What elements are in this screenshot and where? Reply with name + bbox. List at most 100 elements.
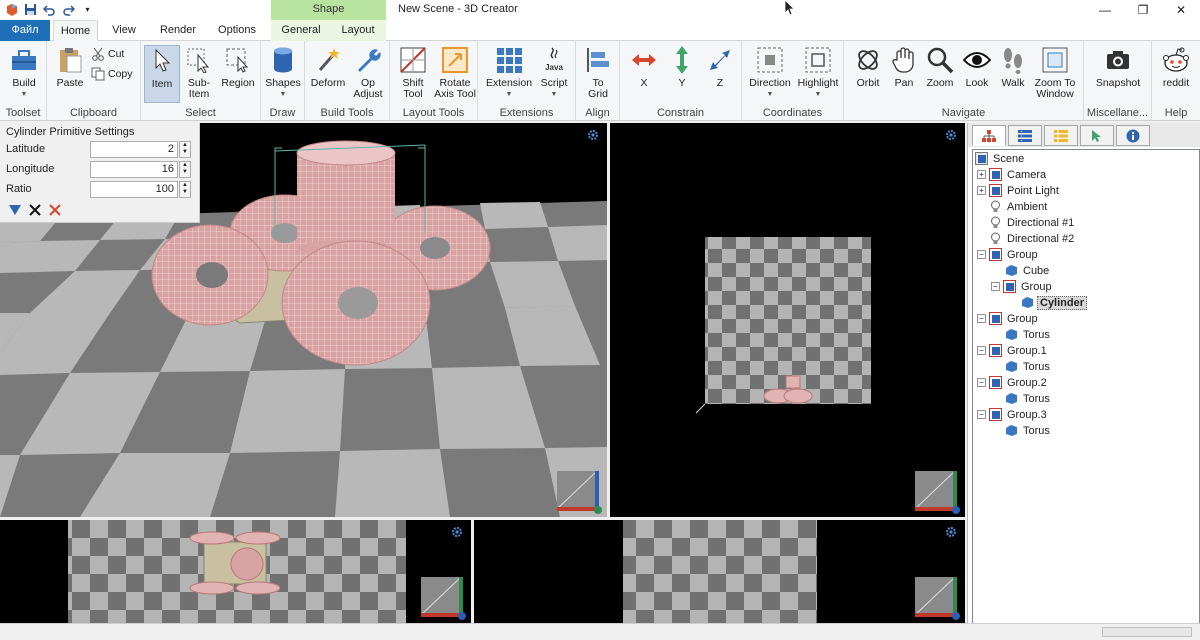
- zoom-to-window-button[interactable]: Zoom To Window: [1032, 45, 1078, 100]
- tab-general[interactable]: General: [276, 20, 326, 41]
- viewport-side[interactable]: [474, 520, 965, 623]
- tree-node-group[interactable]: − Group: [977, 247, 1040, 262]
- tree-node-scene[interactable]: Scene: [975, 151, 1026, 166]
- tab-home[interactable]: Home: [53, 20, 98, 42]
- undo-icon[interactable]: [42, 2, 57, 17]
- to-grid-button[interactable]: To Grid: [580, 45, 616, 100]
- redo-icon[interactable]: [61, 2, 76, 17]
- tree-node-group-3[interactable]: − Group.3: [977, 407, 1049, 422]
- tab-layout[interactable]: Layout: [334, 20, 382, 41]
- look-button[interactable]: Look: [960, 45, 994, 89]
- constrain-y-button[interactable]: Y: [664, 45, 700, 89]
- side-scene[interactable]: [474, 520, 965, 623]
- tree-node-torus[interactable]: Torus: [1005, 423, 1052, 438]
- longitude-input[interactable]: 16: [90, 161, 178, 178]
- tree-node-directional-2[interactable]: Directional #2: [989, 231, 1076, 246]
- copy-button[interactable]: Copy: [91, 67, 133, 81]
- collapse-toggle[interactable]: −: [977, 378, 986, 387]
- op-adjust-button[interactable]: Op Adjust: [349, 45, 387, 100]
- tree-node-torus[interactable]: Torus: [1005, 359, 1052, 374]
- direction-button[interactable]: Direction ▼: [746, 45, 794, 100]
- expand-toggle[interactable]: +: [977, 170, 986, 179]
- delete-icon[interactable]: [48, 203, 62, 217]
- group-label: Clipboard: [69, 107, 118, 119]
- tree-node-cylinder[interactable]: Cylinder: [1021, 295, 1088, 310]
- ratio-input[interactable]: 100: [90, 181, 178, 198]
- cancel-icon[interactable]: [28, 203, 42, 217]
- tree-node-point-light[interactable]: + Point Light: [977, 183, 1061, 198]
- tab-scene-hierarchy[interactable]: [972, 125, 1006, 146]
- snapshot-button[interactable]: Snapshot: [1090, 45, 1146, 89]
- front-scene[interactable]: [0, 520, 471, 623]
- tree-node-group-nested[interactable]: − Group: [991, 279, 1054, 294]
- longitude-spinner[interactable]: ▲ ▼: [179, 161, 191, 178]
- orientation-gizmo[interactable]: [915, 577, 961, 621]
- tree-node-torus[interactable]: Torus: [1005, 327, 1052, 342]
- constrain-z-button[interactable]: Z: [702, 45, 738, 89]
- collapse-toggle[interactable]: −: [977, 410, 986, 419]
- zoom-button[interactable]: Zoom: [922, 45, 958, 89]
- customize-qat-icon[interactable]: ▾: [80, 2, 95, 17]
- viewport-settings-gear-icon[interactable]: [451, 526, 463, 538]
- viewport-top[interactable]: [610, 123, 965, 517]
- rotate-axis-tool-button[interactable]: Rotate Axis Tool: [433, 45, 477, 100]
- constrain-x-button[interactable]: X: [626, 45, 662, 89]
- paste-button[interactable]: Paste: [53, 45, 87, 89]
- orientation-gizmo[interactable]: [915, 471, 961, 515]
- build-button[interactable]: Build ▼: [6, 45, 42, 100]
- walk-button[interactable]: Walk: [996, 45, 1030, 89]
- apply-icon[interactable]: [8, 203, 22, 217]
- tab-options[interactable]: Options: [212, 20, 262, 41]
- cylinder-shape-icon: [268, 45, 298, 75]
- tree-node-cube[interactable]: Cube: [1005, 263, 1051, 278]
- reddit-button[interactable]: reddit: [1156, 45, 1196, 89]
- region-select-icon: [223, 45, 253, 75]
- latitude-spinner[interactable]: ▲ ▼: [179, 141, 191, 158]
- collapse-toggle[interactable]: −: [977, 346, 986, 355]
- tab-list-view[interactable]: [1008, 125, 1042, 146]
- tree-node-group-1[interactable]: − Group.1: [977, 343, 1049, 358]
- ratio-spinner[interactable]: ▲ ▼: [179, 181, 191, 198]
- close-button[interactable]: ✕: [1162, 0, 1200, 20]
- collapse-toggle[interactable]: −: [991, 282, 1000, 291]
- cut-button[interactable]: Cut: [91, 47, 124, 61]
- tab-selection[interactable]: [1080, 125, 1114, 146]
- pan-button[interactable]: Pan: [886, 45, 922, 89]
- highlight-button[interactable]: Highlight ▼: [794, 45, 842, 100]
- viewport-settings-gear-icon[interactable]: [945, 129, 957, 141]
- minimize-button[interactable]: —: [1086, 0, 1124, 20]
- orientation-gizmo[interactable]: [421, 577, 467, 621]
- scene-tree[interactable]: Scene + Camera + Point Light Ambient Dir…: [972, 149, 1200, 624]
- tab-info[interactable]: [1116, 125, 1150, 146]
- script-button[interactable]: Java Script ▼: [536, 45, 572, 100]
- deform-button[interactable]: Deform: [309, 45, 347, 89]
- tree-node-group-2[interactable]: − Group.2: [977, 375, 1049, 390]
- tab-render[interactable]: Render: [154, 20, 202, 41]
- tree-node-directional-1[interactable]: Directional #1: [989, 215, 1076, 230]
- tab-properties[interactable]: [1044, 125, 1078, 146]
- item-select-button[interactable]: Item: [144, 45, 180, 103]
- viewport-settings-gear-icon[interactable]: [945, 526, 957, 538]
- shift-tool-button[interactable]: Shift Tool: [394, 45, 432, 100]
- orientation-gizmo[interactable]: [557, 471, 603, 515]
- maximize-button[interactable]: ❐: [1124, 0, 1162, 20]
- region-select-button[interactable]: Region: [218, 45, 258, 89]
- extension-button[interactable]: Extension ▼: [484, 45, 534, 100]
- top-scene[interactable]: [610, 123, 965, 517]
- subitem-select-button[interactable]: Sub- Item: [183, 45, 215, 100]
- collapse-toggle[interactable]: −: [977, 250, 986, 259]
- expand-toggle[interactable]: +: [977, 186, 986, 195]
- tree-node-camera[interactable]: + Camera: [977, 167, 1048, 182]
- tab-view[interactable]: View: [104, 20, 144, 41]
- orbit-button[interactable]: Orbit: [850, 45, 886, 89]
- shapes-button[interactable]: Shapes ▼: [265, 45, 301, 100]
- viewport-settings-gear-icon[interactable]: [587, 129, 599, 141]
- viewport-front[interactable]: [0, 520, 471, 623]
- latitude-input[interactable]: 2: [90, 141, 178, 158]
- collapse-toggle[interactable]: −: [977, 314, 986, 323]
- save-icon[interactable]: [23, 2, 38, 17]
- tree-node-ambient[interactable]: Ambient: [989, 199, 1049, 214]
- tree-node-group-b[interactable]: − Group: [977, 311, 1040, 326]
- tree-node-torus[interactable]: Torus: [1005, 391, 1052, 406]
- tab-file[interactable]: Файл: [0, 20, 50, 41]
